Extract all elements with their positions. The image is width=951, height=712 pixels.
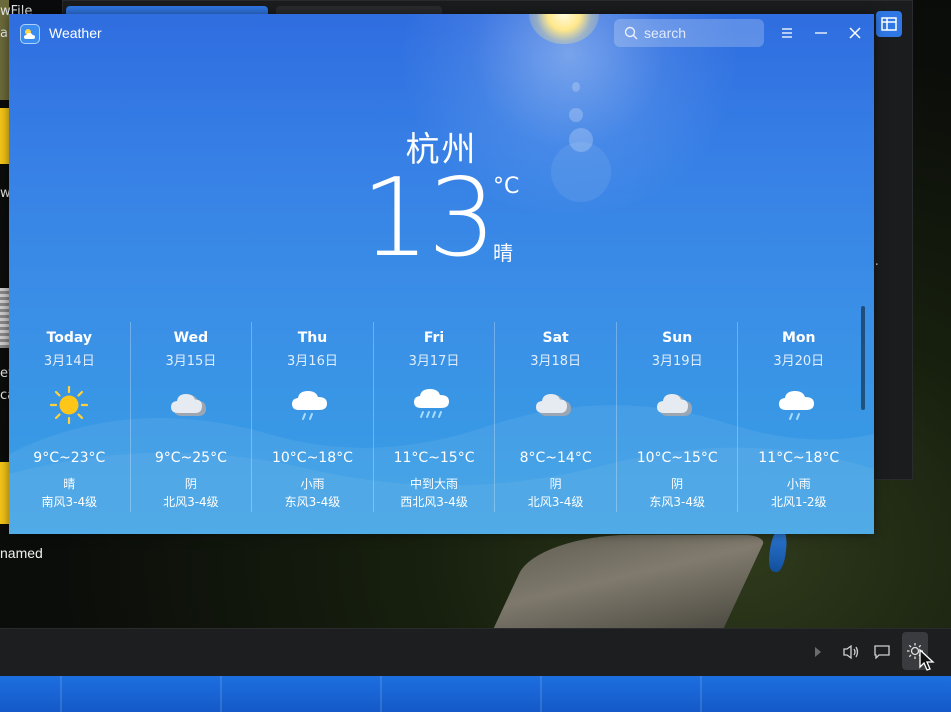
forecast-day-name: Fri [423,330,445,346]
minimize-icon [815,32,827,34]
forecast-temp-range: 9°C~23°C [33,450,106,466]
forecast-condition: 晴 [63,477,76,491]
forecast-wind: 南风3-4级 [41,495,98,509]
forecast-date: 3月15日 [165,354,217,369]
forecast-wind: 北风3-4级 [163,495,219,509]
menu-icon [782,28,792,38]
cloudy-icon [654,384,700,426]
heavy-rain-icon [411,384,457,426]
close-icon [849,27,861,39]
forecast-day: Today 3月14日 9°C~23°C 晴 南风3-4级 [9,322,130,512]
volume-icon[interactable] [839,640,863,664]
desktop-folder-icon[interactable] [0,462,9,524]
forecast-day: Sun 3月19日 10°C~15°C 阴 东风3-4级 [615,322,738,512]
forecast-day-name: Mon [781,330,816,346]
forecast-wind: 西北风3-4级 [400,495,468,509]
desktop-item-label: a [0,26,8,41]
forecast-temp-range: 9°C~25°C [154,450,227,466]
scrollbar[interactable] [861,306,865,410]
forecast-date: 3月16日 [287,354,338,369]
temperature-unit: °C [493,174,520,199]
bottom-panel [0,676,951,712]
notification-icon[interactable] [870,640,894,664]
current-temperature: 13 [361,156,496,281]
forecast-condition: 阴 [549,477,562,491]
forecast-condition: 中到大雨 [410,477,459,491]
forecast-day-name: Sat [542,330,569,346]
light-rain-icon [776,384,822,426]
minimize-button[interactable] [808,20,834,46]
forecast-condition: 小雨 [300,477,325,491]
desktop-folder-icon[interactable] [0,108,9,164]
desktop-item-label-unnamed[interactable]: named [0,545,43,561]
forecast-date: 3月20日 [773,354,825,369]
forecast-day-name: Wed [173,330,209,346]
menu-button[interactable] [774,20,800,46]
forecast-temp-range: 8°C~14°C [519,450,592,466]
cloudy-icon [168,384,214,426]
forecast-condition: 阴 [184,477,197,491]
weather-window: Weather 杭州 13 °C 晴 Today 3 [9,14,874,534]
forecast-day: Sat 3月18日 8°C~14°C 阴 北风3-4级 [494,322,616,512]
forecast-day-name: Thu [297,330,328,346]
forecast-day-name: Sun [662,330,693,346]
weather-app-icon [20,24,40,44]
forecast-temp-range: 11°C~15°C [393,450,475,466]
forecast-wind: 北风3-4级 [527,495,584,509]
forecast-temp-range: 10°C~15°C [636,450,718,466]
forecast-row: Today 3月14日 9°C~23°C 晴 南风3-4级 Wed 3月15日 … [9,322,859,512]
forecast-day: Fri 3月17日 11°C~15°C 中到大雨 西北风3-4级 [372,322,495,512]
lens-flare [572,82,580,92]
forecast-wind: 北风1-2级 [770,495,827,509]
layout-toggle-button[interactable] [876,11,902,37]
search-box[interactable] [614,19,764,47]
forecast-temp-range: 11°C~18°C [758,450,840,466]
forecast-date: 3月19日 [651,354,703,369]
forecast-date: 3月18日 [530,354,582,369]
forecast-day-name: Today [46,330,93,346]
forecast-day: Mon 3月20日 11°C~18°C 小雨 北风1-2级 [737,322,859,512]
search-input[interactable] [644,25,754,41]
light-rain-icon [289,384,335,426]
arrow-right-icon[interactable] [806,640,830,664]
forecast-date: 3月17日 [408,354,460,369]
forecast-condition: 阴 [671,477,684,491]
sunny-icon [46,384,92,426]
mouse-cursor-icon [919,648,935,671]
forecast-day: Thu 3月16日 10°C~18°C 小雨 东风3-4级 [251,322,373,512]
current-condition: 晴 [493,241,513,265]
close-button[interactable] [842,20,868,46]
forecast-day: Wed 3月15日 9°C~25°C 阴 北风3-4级 [129,322,252,512]
lens-flare [569,108,583,122]
forecast-date: 3月14日 [43,354,95,369]
layout-icon [881,17,897,31]
forecast-wind: 东风3-4级 [649,495,705,509]
cloudy-icon [533,384,579,426]
search-icon [624,26,638,40]
forecast-temp-range: 10°C~18°C [271,450,353,466]
app-title: Weather [49,25,102,41]
forecast-condition: 小雨 [786,477,811,491]
forecast-wind: 东风3-4级 [284,495,341,509]
desktop-document-icon[interactable] [0,288,9,348]
